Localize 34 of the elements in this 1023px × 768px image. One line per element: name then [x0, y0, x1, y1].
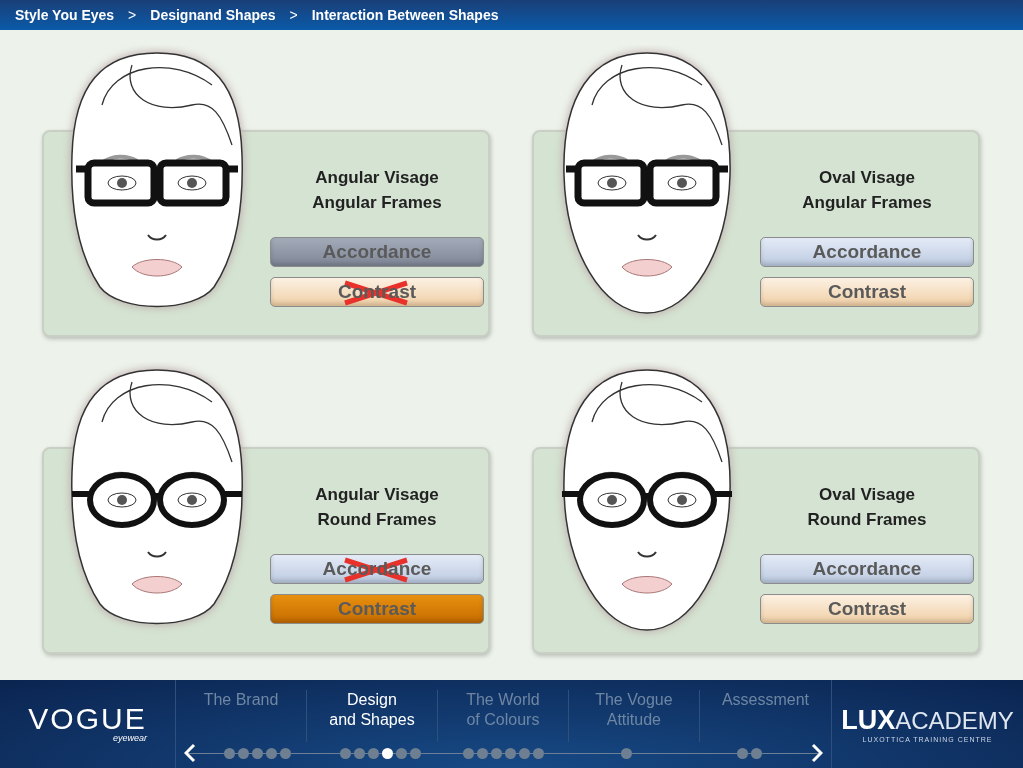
choice-button[interactable]: Accordance: [760, 554, 974, 584]
page-dot[interactable]: [224, 747, 235, 759]
card-title: Angular Visage Round Frames: [315, 484, 439, 531]
page-dot[interactable]: [737, 747, 748, 759]
page-dot[interactable]: [410, 747, 421, 759]
page-dot[interactable]: [368, 747, 379, 759]
page-dot[interactable]: [382, 747, 393, 759]
choice-button[interactable]: Contrast: [760, 277, 974, 307]
page-dot[interactable]: [396, 747, 407, 759]
breadcrumb-separator: >: [127, 7, 138, 23]
page-dot[interactable]: [505, 747, 516, 759]
page-dot[interactable]: [266, 747, 277, 759]
breadcrumb-separator: >: [288, 7, 299, 23]
page-dot[interactable]: [621, 747, 632, 759]
choice-button[interactable]: Contrast: [760, 594, 974, 624]
page-dot[interactable]: [477, 747, 488, 759]
page-dot[interactable]: [252, 747, 263, 759]
page-dot[interactable]: [340, 747, 351, 759]
card-title: Oval Visage Round Frames: [807, 484, 927, 531]
page-dot[interactable]: [354, 747, 365, 759]
card-title: Oval Visage Angular Frames: [802, 167, 932, 214]
breadcrumb-item[interactable]: Designand Shapes: [150, 7, 276, 23]
page-dot[interactable]: [238, 747, 249, 759]
page-dot[interactable]: [280, 747, 291, 759]
breadcrumb-item[interactable]: Style You Eyes: [15, 7, 115, 23]
page-dot[interactable]: [519, 747, 530, 759]
card-title: Angular Visage Angular Frames: [312, 167, 442, 214]
section-tab[interactable]: The Brand: [176, 690, 306, 742]
breadcrumb-item[interactable]: Interaction Between Shapes: [311, 7, 499, 23]
choice-button[interactable]: Accordance: [760, 237, 974, 267]
page-dot[interactable]: [751, 747, 762, 759]
page-dot[interactable]: [533, 747, 544, 759]
page-dot[interactable]: [491, 747, 502, 759]
page-dot[interactable]: [463, 747, 474, 759]
